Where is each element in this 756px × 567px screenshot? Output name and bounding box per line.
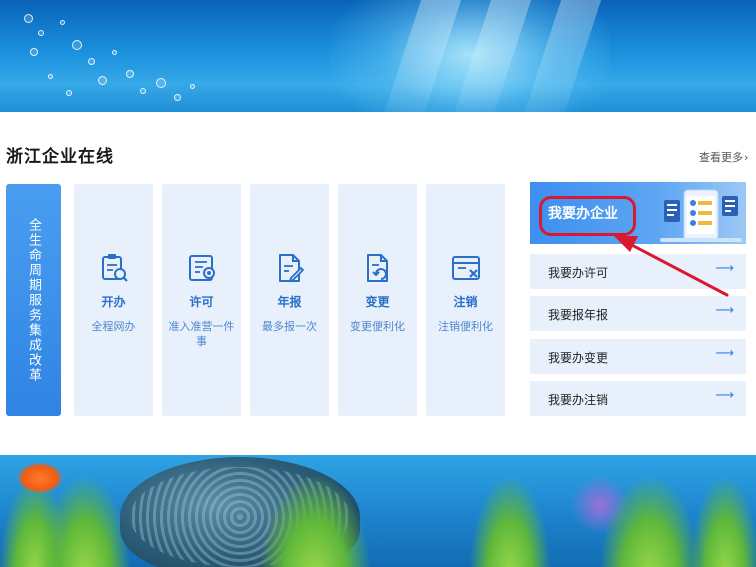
arrow-right-icon: ⟶ [715, 388, 734, 403]
service-card-name: 注销 [453, 295, 478, 309]
bubble [98, 76, 107, 85]
seaweed [260, 477, 370, 567]
list-item-label: 我要报年报 [548, 308, 609, 322]
apply-change-button[interactable]: 我要办变更 ⟶ [530, 339, 746, 374]
service-card-desc: 最多报一次 [262, 320, 317, 333]
annotation-highlight-box [539, 196, 636, 236]
bottom-coral-banner [0, 455, 756, 567]
reform-banner[interactable]: 全生命周期服务集成改革 [6, 184, 61, 416]
service-card-change[interactable]: 变更 变更便利化 [338, 184, 417, 416]
apply-cancellation-button[interactable]: 我要办注销 ⟶ [530, 381, 746, 416]
apply-license-button[interactable]: 我要办许可 ⟶ [530, 254, 746, 289]
reform-banner-text: 全生命周期服务集成改革 [26, 217, 41, 383]
service-card-name: 许可 [189, 295, 214, 309]
top-ocean-banner [0, 0, 756, 112]
clipboard-search-icon [102, 254, 128, 282]
view-more-link[interactable]: 查看更多› [699, 149, 748, 165]
bubble [30, 48, 38, 56]
enterprise-online-panel: 浙江企业在线 查看更多› 全生命周期服务集成改革 开办 全程网办 许可 准入准营… [0, 112, 756, 455]
bubble [156, 78, 166, 88]
list-item-label: 我要办注销 [548, 393, 609, 407]
submit-annual-report-button[interactable]: 我要报年报 ⟶ [530, 296, 746, 331]
bubble [112, 50, 117, 55]
service-card-cancel[interactable]: 注销 注销便利化 [426, 184, 505, 416]
document-edit-icon [279, 254, 305, 283]
arrow-right-icon: ⟶ [715, 261, 734, 276]
seaweed [470, 477, 550, 567]
phone-illustration-icon [660, 189, 742, 242]
arrow-right-icon: ⟶ [715, 303, 734, 318]
service-card-license[interactable]: 许可 准入准营一件事 [162, 184, 241, 416]
section-title: 浙江企业在线 [6, 147, 114, 167]
arrow-right-icon: ⟶ [715, 346, 734, 361]
clownfish [18, 463, 62, 493]
document-refresh-icon [367, 254, 388, 282]
window-close-icon [452, 256, 480, 280]
seaweed [40, 477, 130, 567]
service-card-desc: 准入准营一件事 [168, 320, 235, 348]
service-card-desc: 全程网办 [91, 320, 136, 333]
chevron-right-icon: › [744, 151, 749, 164]
list-item-label: 我要办许可 [548, 266, 609, 280]
bubble [174, 94, 181, 101]
seaweed [600, 477, 700, 567]
service-card-name: 年报 [277, 295, 302, 309]
list-item-label: 我要办变更 [548, 351, 609, 365]
bubble [126, 70, 134, 78]
service-card-open[interactable]: 开办 全程网办 [74, 184, 153, 416]
service-card-desc: 注销便利化 [438, 320, 493, 333]
service-card-name: 变更 [365, 295, 390, 309]
bubble [66, 90, 72, 96]
seaweed [690, 477, 756, 567]
bubble [190, 84, 195, 89]
bubble [48, 74, 53, 79]
service-card-name: 开办 [101, 295, 126, 309]
bubble [88, 58, 95, 65]
bubble [140, 88, 146, 94]
view-more-label: 查看更多 [699, 151, 743, 164]
bubble [24, 14, 33, 23]
service-card-desc: 变更便利化 [350, 320, 405, 333]
bubble [38, 30, 44, 36]
bubble [60, 20, 65, 25]
service-card-annual-report[interactable]: 年报 最多报一次 [250, 184, 329, 416]
bubble [72, 40, 82, 50]
certificate-icon [189, 255, 215, 281]
